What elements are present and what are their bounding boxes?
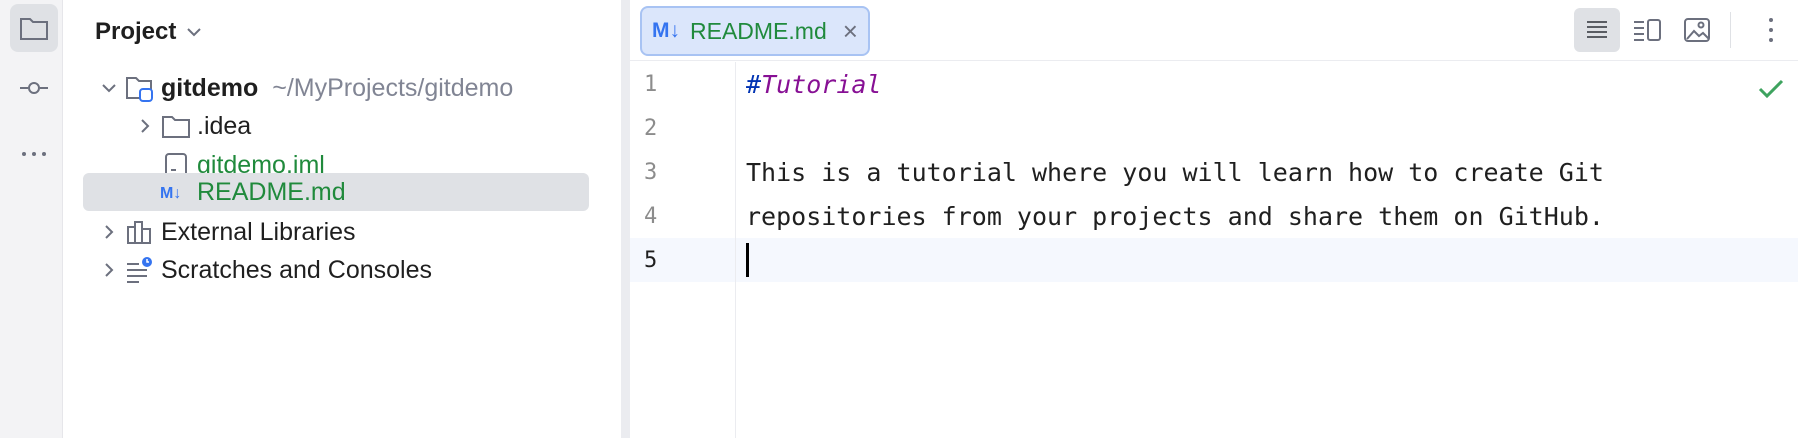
- toolbar-separator: [1730, 12, 1731, 48]
- more-horizontal-icon: [22, 152, 46, 156]
- code-line[interactable]: This is a tutorial where you will learn …: [736, 150, 1798, 194]
- editor-tab-bar: M↓ README.md ×: [630, 0, 1798, 61]
- editor-area: M↓ README.md × 1 2 3 4 5 # Tutorial This…: [630, 0, 1798, 438]
- line-number: 5: [644, 247, 658, 273]
- code-line[interactable]: repositories from your projects and shar…: [736, 194, 1798, 238]
- more-tool-windows-button[interactable]: [10, 130, 58, 178]
- tree-node-label: .idea: [197, 111, 252, 140]
- tree-node-label: README.md: [197, 177, 346, 206]
- preview-only-icon: [1684, 18, 1710, 42]
- editor-and-preview-button[interactable]: [1624, 8, 1670, 52]
- chevron-down-icon[interactable]: [95, 83, 123, 93]
- folder-icon: [159, 113, 193, 139]
- tree-node-scratches[interactable]: Scratches and Consoles: [95, 250, 595, 290]
- markdown-heading-marker: #: [746, 69, 762, 99]
- tree-node-gitdemo[interactable]: gitdemo ~/MyProjects/gitdemo: [95, 68, 595, 108]
- line-number: 3: [644, 159, 658, 185]
- line-number-gutter: 1 2 3 4 5: [630, 62, 736, 438]
- scratches-icon: [123, 256, 157, 284]
- project-title: Project: [95, 18, 177, 45]
- tree-node-label: gitdemo: [161, 73, 259, 102]
- code-line[interactable]: [736, 106, 1798, 150]
- tab-label: README.md: [690, 17, 827, 44]
- text-caret: [746, 243, 749, 277]
- close-icon[interactable]: ×: [843, 16, 858, 47]
- tree-node-label: Scratches and Consoles: [161, 255, 432, 284]
- more-vertical-icon: [1769, 18, 1773, 42]
- commit-tool-button[interactable]: [10, 64, 58, 112]
- chevron-right-icon[interactable]: [131, 118, 159, 134]
- folder-icon: [20, 18, 48, 40]
- svg-text:M↓: M↓: [160, 185, 181, 202]
- project-tool-window: Project gitdemo ~/MyProjects/gitdemo .id…: [69, 0, 621, 438]
- code-line[interactable]: # Tutorial: [736, 62, 1798, 106]
- editor-only-icon: [1587, 21, 1607, 38]
- panel-splitter[interactable]: [621, 0, 630, 438]
- line-number: 2: [644, 115, 658, 141]
- inspection-status[interactable]: [1754, 72, 1788, 106]
- tree-node-label: External Libraries: [161, 217, 356, 246]
- chevron-right-icon[interactable]: [95, 262, 123, 278]
- check-icon: [1758, 79, 1784, 99]
- editor-only-button[interactable]: [1574, 8, 1620, 52]
- tool-window-strip: [0, 0, 63, 438]
- project-view-selector[interactable]: Project: [95, 14, 202, 50]
- tree-node-readme[interactable]: M↓ README.md: [83, 173, 589, 211]
- code-line-current[interactable]: [736, 238, 1798, 282]
- tree-node-idea[interactable]: .idea: [131, 106, 595, 146]
- editor-and-preview-icon: [1634, 19, 1661, 41]
- markdown-heading-text: Tutorial: [761, 69, 882, 99]
- code-editor[interactable]: # Tutorial This is a tutorial where you …: [736, 62, 1798, 438]
- module-folder-icon: [123, 74, 157, 102]
- library-icon: [123, 219, 157, 245]
- preview-only-button[interactable]: [1674, 8, 1720, 52]
- markdown-icon: M↓: [159, 182, 193, 202]
- project-tool-button[interactable]: [10, 4, 58, 52]
- markdown-icon: M↓: [652, 19, 680, 42]
- line-number: 1: [644, 71, 658, 97]
- tree-node-path: ~/MyProjects/gitdemo: [272, 73, 514, 102]
- chevron-down-icon: [187, 28, 202, 37]
- tree-node-external-libraries[interactable]: External Libraries: [95, 212, 595, 252]
- line-number: 4: [644, 203, 658, 229]
- editor-tab-readme[interactable]: M↓ README.md ×: [640, 6, 870, 56]
- chevron-right-icon[interactable]: [95, 224, 123, 240]
- more-actions-button[interactable]: [1748, 8, 1794, 52]
- commit-icon: [20, 82, 48, 94]
